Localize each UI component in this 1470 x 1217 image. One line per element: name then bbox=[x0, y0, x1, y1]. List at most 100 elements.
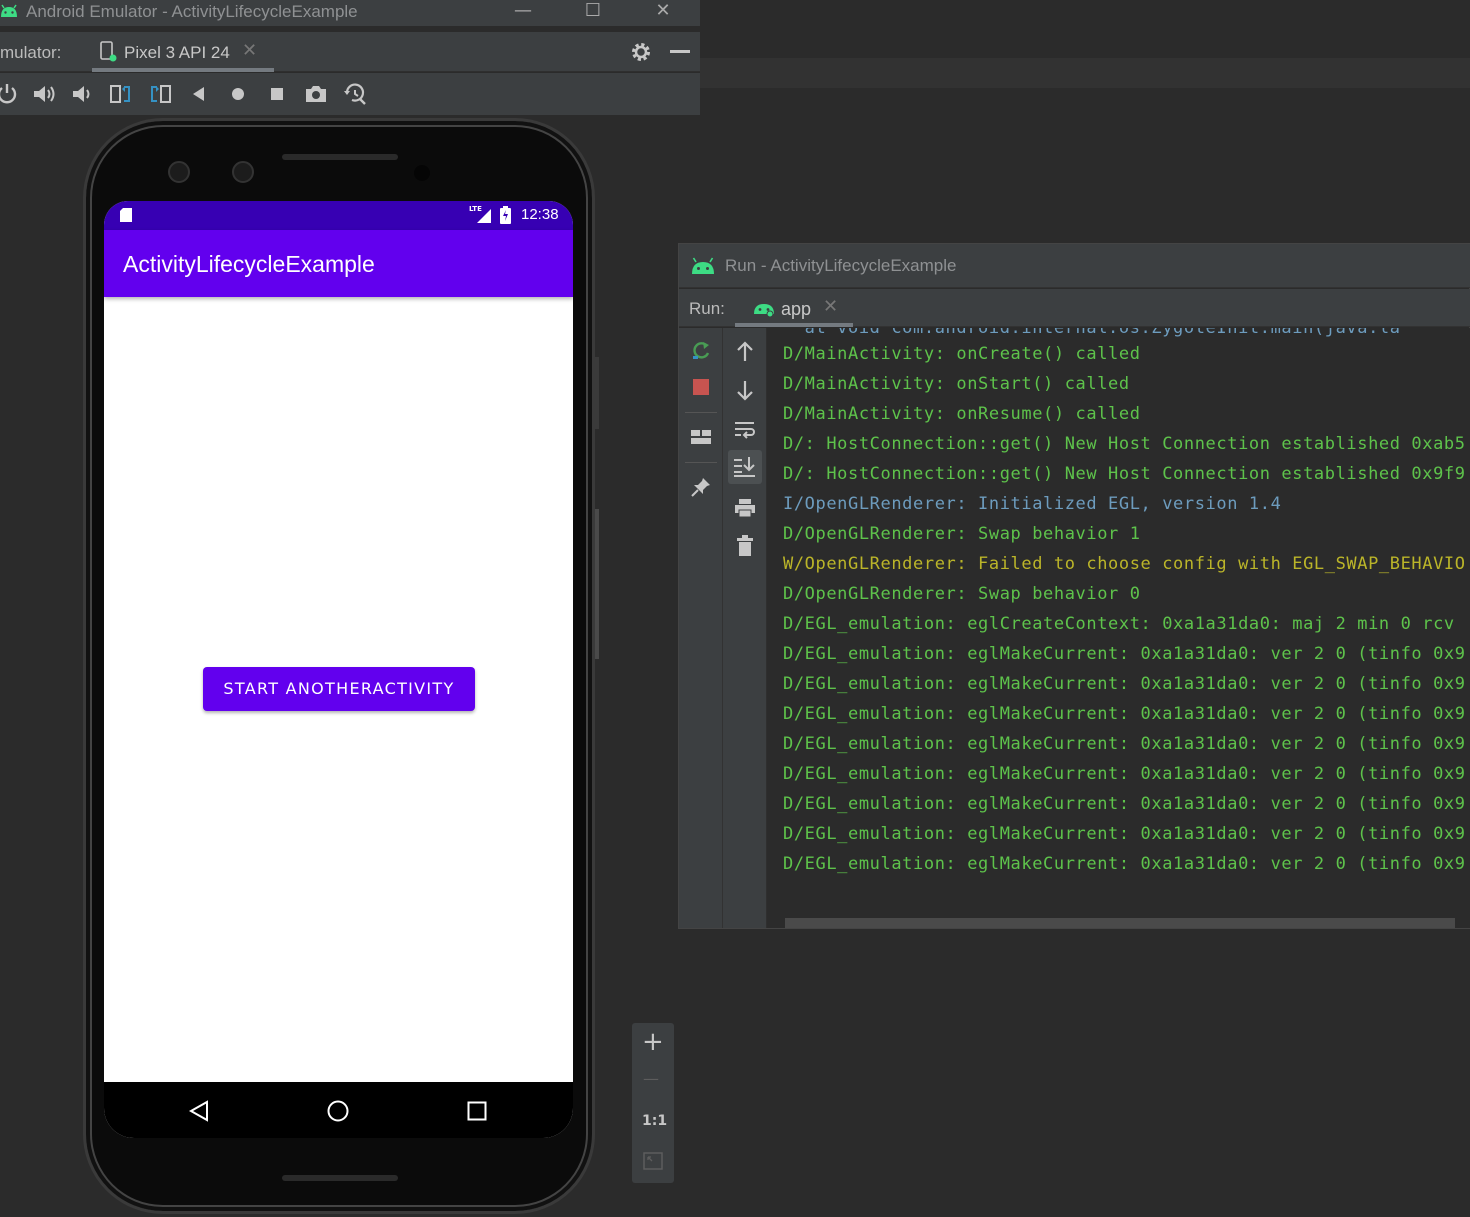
front-camera-icon bbox=[168, 161, 190, 183]
log-line: D/OpenGLRenderer: Swap behavior 1 bbox=[783, 524, 1141, 544]
log-line: D/OpenGLRenderer: Swap behavior 0 bbox=[783, 584, 1141, 604]
sensor-icon bbox=[414, 165, 430, 181]
minimize-button[interactable]: — bbox=[503, 0, 543, 26]
tab-label: app bbox=[781, 299, 812, 319]
log-line: D/EGL_emulation: eglMakeCurrent: 0xa1a31… bbox=[783, 644, 1466, 664]
start-another-activity-button[interactable]: START ANOTHERACTIVITY bbox=[203, 667, 475, 711]
app-title: ActivityLifecycleExample bbox=[123, 251, 375, 277]
console-actions-gutter bbox=[723, 328, 767, 928]
tab-pixel-3-api-24[interactable]: Pixel 3 API 24 ✕ bbox=[92, 32, 274, 72]
print-icon[interactable] bbox=[734, 498, 756, 518]
scroll-to-end-icon bbox=[734, 457, 755, 477]
log-line: W/OpenGLRenderer: Failed to choose confi… bbox=[783, 554, 1466, 574]
volume-down-icon[interactable] bbox=[70, 81, 96, 107]
emulator-window: Android Emulator - ActivityLifecycleExam… bbox=[0, 0, 700, 1217]
battery-icon bbox=[500, 206, 511, 224]
sd-card-icon bbox=[120, 208, 132, 222]
horizontal-scrollbar[interactable] bbox=[785, 918, 1455, 928]
close-tab-icon[interactable]: ✕ bbox=[242, 40, 257, 61]
run-window-title: Run - ActivityLifecycleExample bbox=[725, 256, 957, 275]
log-line: D/MainActivity: onStart() called bbox=[783, 374, 1130, 394]
volume-key bbox=[595, 509, 599, 659]
emulator-label: mulator: bbox=[0, 43, 62, 62]
power-key bbox=[595, 357, 599, 429]
log-line: D/EGL_emulation: eglMakeCurrent: 0xa1a31… bbox=[783, 734, 1466, 754]
editor-area bbox=[700, 0, 1470, 58]
editor-band bbox=[700, 58, 1470, 88]
run-title-bar[interactable]: Run - ActivityLifecycleExample bbox=[679, 244, 1470, 288]
android-logo-icon bbox=[1, 4, 17, 17]
android-logo-icon bbox=[692, 257, 714, 274]
run-window: Run - ActivityLifecycleExample Run: app … bbox=[678, 243, 1470, 929]
rotate-left-icon[interactable] bbox=[108, 81, 134, 107]
zoom-in-button[interactable]: + bbox=[642, 1027, 664, 1057]
run-label: Run: bbox=[689, 299, 725, 318]
log-line: D/EGL_emulation: eglMakeCurrent: 0xa1a31… bbox=[783, 794, 1466, 814]
device-icon bbox=[100, 41, 117, 62]
log-line: D/EGL_emulation: eglCreateContext: 0xa1a… bbox=[783, 614, 1455, 634]
gutter-divider bbox=[685, 462, 717, 463]
log-line: D/: HostConnection::get() New Host Conne… bbox=[783, 464, 1466, 484]
power-icon[interactable] bbox=[0, 81, 20, 107]
front-camera-icon bbox=[232, 161, 254, 183]
run-actions-gutter bbox=[679, 328, 723, 928]
active-tab-indicator bbox=[735, 323, 853, 327]
tab-app[interactable]: app ✕ bbox=[735, 289, 853, 327]
bottom-speaker bbox=[282, 1175, 398, 1181]
status-bar: LTE 12:38 bbox=[104, 201, 573, 230]
app-bar: ActivityLifecycleExample bbox=[104, 230, 573, 297]
close-tab-icon[interactable]: ✕ bbox=[823, 296, 838, 317]
close-window-button[interactable]: ✕ bbox=[643, 0, 683, 26]
log-line: D/: HostConnection::get() New Host Conne… bbox=[783, 434, 1466, 454]
pin-icon[interactable] bbox=[690, 476, 712, 498]
fit-screen-icon[interactable] bbox=[643, 1152, 663, 1170]
camera-icon[interactable] bbox=[303, 81, 329, 107]
zoom-history-icon[interactable] bbox=[342, 81, 368, 107]
emulator-title-bar[interactable]: Android Emulator - ActivityLifecycleExam… bbox=[0, 0, 700, 26]
earpiece-speaker bbox=[282, 154, 398, 160]
run-tab-bar: Run: app ✕ bbox=[679, 289, 1470, 327]
rotate-right-icon[interactable] bbox=[147, 81, 173, 107]
emulator-tab-bar: mulator: Pixel 3 API 24 ✕ bbox=[0, 32, 700, 72]
console-output[interactable]: at void com.android.internal.os.ZygoteIn… bbox=[767, 328, 1470, 928]
navigation-bar bbox=[104, 1082, 573, 1138]
log-line: D/EGL_emulation: eglMakeCurrent: 0xa1a31… bbox=[783, 704, 1466, 724]
zoom-one-to-one-button[interactable]: 1:1 bbox=[642, 1113, 667, 1129]
emulator-toolbar bbox=[0, 73, 700, 115]
stop-icon[interactable] bbox=[693, 379, 709, 395]
nav-back-icon[interactable] bbox=[188, 1100, 210, 1122]
status-time: 12:38 bbox=[521, 206, 559, 223]
log-line: D/EGL_emulation: eglMakeCurrent: 0xa1a31… bbox=[783, 674, 1466, 694]
settings-gear-icon[interactable] bbox=[630, 41, 652, 63]
soft-wrap-icon[interactable] bbox=[734, 420, 756, 440]
rerun-icon[interactable] bbox=[690, 339, 712, 361]
zoom-out-button[interactable]: — bbox=[643, 1069, 659, 1088]
log-line: D/EGL_emulation: eglMakeCurrent: 0xa1a31… bbox=[783, 824, 1466, 844]
home-icon[interactable] bbox=[225, 81, 251, 107]
tab-label: Pixel 3 API 24 bbox=[124, 43, 230, 62]
nav-overview-icon[interactable] bbox=[467, 1101, 487, 1121]
gutter-divider bbox=[685, 412, 717, 413]
hide-panel-icon[interactable] bbox=[670, 50, 690, 54]
log-line: I/OpenGLRenderer: Initialized EGL, versi… bbox=[783, 494, 1282, 514]
maximize-button[interactable]: ☐ bbox=[573, 0, 613, 26]
signal-icon bbox=[477, 209, 491, 223]
layout-icon[interactable] bbox=[690, 428, 712, 446]
scroll-down-icon[interactable] bbox=[735, 379, 755, 401]
scroll-up-icon[interactable] bbox=[735, 341, 755, 363]
active-tab-indicator bbox=[92, 68, 274, 72]
volume-up-icon[interactable] bbox=[31, 81, 57, 107]
log-line: at void com.android.internal.os.ZygoteIn… bbox=[783, 328, 1401, 338]
zoom-controls: + — 1:1 bbox=[632, 1023, 674, 1183]
log-line: D/MainActivity: onResume() called bbox=[783, 404, 1141, 424]
android-app-icon bbox=[754, 304, 774, 317]
nav-home-icon[interactable] bbox=[327, 1100, 349, 1122]
back-icon[interactable] bbox=[186, 81, 212, 107]
trash-icon[interactable] bbox=[735, 535, 755, 557]
scroll-to-end-toggle[interactable] bbox=[728, 450, 762, 484]
overview-icon[interactable] bbox=[264, 81, 290, 107]
device-screen[interactable]: LTE 12:38 ActivityLifecycleExample START… bbox=[104, 201, 573, 1138]
log-line: D/MainActivity: onCreate() called bbox=[783, 344, 1141, 364]
log-line: D/EGL_emulation: eglMakeCurrent: 0xa1a31… bbox=[783, 854, 1466, 874]
log-line: D/EGL_emulation: eglMakeCurrent: 0xa1a31… bbox=[783, 764, 1466, 784]
